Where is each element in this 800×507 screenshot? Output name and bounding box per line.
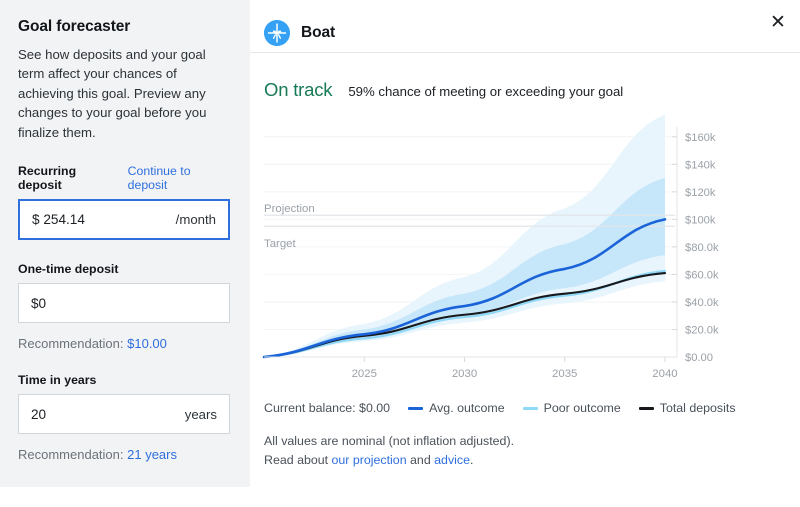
time-in-years-input[interactable]: 20 years <box>18 394 230 435</box>
forecast-chart: $0.00 $20.0k $40.0k $60.0k $80.0k $100k $120k $… <box>250 115 760 395</box>
status-badge: On track <box>264 79 333 100</box>
footnote-prefix: Read about <box>264 453 332 468</box>
legend-swatch-icon <box>408 406 424 410</box>
time-in-years-label: Time in years <box>18 373 97 388</box>
svg-text:$20.0k: $20.0k <box>685 324 719 336</box>
one-time-recommendation-prefix: Recommendation: <box>18 336 128 352</box>
svg-text:$160k: $160k <box>685 132 716 144</box>
legend-item: Current balance: $0.00 <box>264 401 390 415</box>
svg-text:$0.00: $0.00 <box>685 352 713 364</box>
legend-label: Poor outcome <box>543 401 621 415</box>
goal-name: Boat <box>301 23 336 41</box>
header-divider <box>250 52 800 53</box>
footnote-suffix: . <box>469 453 474 468</box>
recurring-deposit-field: Recurring deposit Continue to deposit $ … <box>18 164 230 241</box>
projection-label: Projection <box>264 203 315 215</box>
recurring-deposit-value: $ 254.14 <box>32 212 85 228</box>
chart-confidence-bands <box>264 115 665 357</box>
page-title: Goal forecaster <box>18 18 131 35</box>
svg-text:$60.0k: $60.0k <box>685 269 719 281</box>
recurring-deposit-label: Recurring deposit <box>18 164 77 193</box>
time-in-years-value: 20 <box>31 406 47 422</box>
our-projection-link[interactable]: our projection <box>332 453 407 467</box>
legend-item: Poor outcome <box>522 401 621 415</box>
time-recommendation-prefix: Recommendation: <box>18 447 128 463</box>
time-in-years-recommendation: Recommendation: 21 years <box>18 447 230 462</box>
target-label: Target <box>264 238 296 250</box>
legend-swatch-icon <box>522 406 538 410</box>
chart-legend: Current balance: $0.00 Avg. outcome Poor o… <box>250 395 800 415</box>
svg-text:2025: 2025 <box>352 368 377 380</box>
forecaster-main-panel: Boat ✕ On track 59% chance of meeting or… <box>250 0 800 507</box>
recurring-deposit-input[interactable]: $ 254.14 /month <box>18 199 230 241</box>
one-time-deposit-recommendation: Recommendation: $10.00 <box>18 336 230 351</box>
close-icon[interactable]: ✕ <box>764 8 792 36</box>
legend-label: Avg. outcome <box>429 401 505 415</box>
svg-text:$120k: $120k <box>685 187 716 199</box>
recurring-deposit-label-row: Recurring deposit Continue to deposit <box>18 164 230 192</box>
time-in-years-field: Time in years 20 years Recommendation: 2… <box>18 373 230 462</box>
svg-text:$100k: $100k <box>685 214 716 226</box>
chart-footnote: All values are nominal (not inflation ad… <box>250 415 800 470</box>
legend-label: Current balance: $0.00 <box>264 401 391 415</box>
time-in-years-label-row: Time in years <box>18 373 230 387</box>
boat-icon <box>264 19 290 46</box>
legend-label: Total deposits <box>659 401 736 415</box>
svg-text:2040: 2040 <box>652 368 677 380</box>
svg-text:2030: 2030 <box>452 368 477 380</box>
forecaster-sidebar: Goal forecaster See how deposits and you… <box>0 0 250 487</box>
time-recommendation-value[interactable]: 21 years <box>127 447 177 462</box>
one-time-deposit-label-row: One-time deposit <box>18 262 230 276</box>
goal-forecaster-modal: Goal forecaster See how deposits and you… <box>0 0 800 507</box>
legend-swatch-icon <box>638 406 654 410</box>
footnote-line-1: All values are nominal (not inflation ad… <box>264 434 515 448</box>
footnote-middle: and <box>406 453 435 468</box>
one-time-deposit-value: $0 <box>31 295 47 311</box>
continue-to-deposit-link[interactable]: Continue to deposit <box>128 164 230 192</box>
svg-text:$40.0k: $40.0k <box>685 297 719 309</box>
svg-text:2035: 2035 <box>552 368 577 380</box>
legend-item: Total deposits <box>638 401 736 415</box>
svg-text:$140k: $140k <box>685 159 716 171</box>
recurring-deposit-suffix: /month <box>175 212 216 228</box>
sidebar-description: See how deposits and your goal term affe… <box>18 47 207 140</box>
forecast-chart-svg: $0.00 $20.0k $40.0k $60.0k $80.0k $100k $120k $… <box>262 115 719 380</box>
one-time-deposit-field: One-time deposit $0 Recommendation: $10.… <box>18 262 230 351</box>
status-detail: 59% chance of meeting or exceeding your … <box>348 84 624 99</box>
one-time-recommendation-value[interactable]: $10.00 <box>127 336 167 351</box>
footnote-line-2: Read about our projection and advice. <box>264 451 800 470</box>
time-in-years-suffix: years <box>184 406 217 422</box>
one-time-deposit-label: One-time deposit <box>18 262 119 277</box>
advice-link[interactable]: advice <box>434 453 470 467</box>
one-time-deposit-input[interactable]: $0 <box>18 283 230 324</box>
legend-item: Avg. outcome <box>408 401 505 415</box>
goal-header: Boat <box>250 0 800 52</box>
svg-text:$80.0k: $80.0k <box>685 242 719 254</box>
status-row: On track 59% chance of meeting or exceed… <box>250 52 800 101</box>
